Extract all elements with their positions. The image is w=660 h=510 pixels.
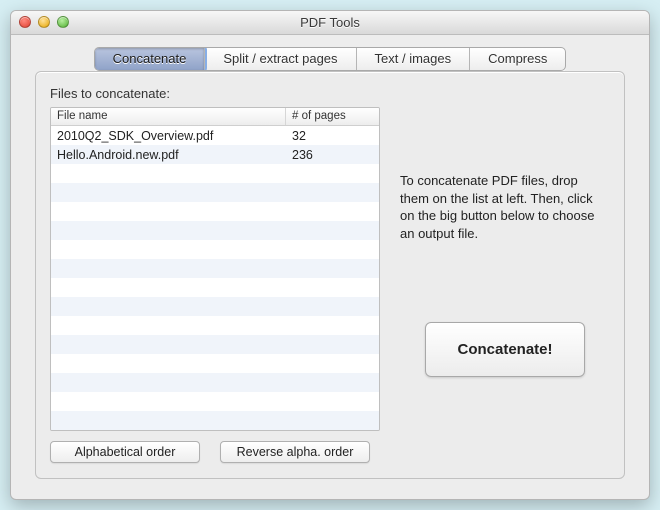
table-row[interactable]: 2010Q2_SDK_Overview.pdf32 — [51, 126, 379, 145]
table-row-empty — [51, 278, 379, 297]
table-row-empty — [51, 202, 379, 221]
tab-split-extract[interactable]: Split / extract pages — [204, 48, 355, 70]
titlebar: PDF Tools — [11, 11, 649, 35]
left-column: File name # of pages 2010Q2_SDK_Overview… — [50, 107, 380, 463]
reverse-alpha-order-button[interactable]: Reverse alpha. order — [220, 441, 370, 463]
right-column: To concatenate PDF files, drop them on t… — [400, 107, 610, 463]
zoom-icon[interactable] — [57, 16, 69, 28]
concatenate-button[interactable]: Concatenate! — [425, 322, 585, 377]
col-pages[interactable]: # of pages — [286, 108, 379, 125]
panel-inner: Files to concatenate: File name # of pag… — [50, 86, 610, 464]
window-title: PDF Tools — [11, 15, 649, 30]
tab-compress[interactable]: Compress — [469, 48, 565, 70]
app-window: PDF Tools Concatenate Split / extract pa… — [10, 10, 650, 500]
table-row[interactable]: Hello.Android.new.pdf236 — [51, 145, 379, 164]
tab-segmented-control: Concatenate Split / extract pages Text /… — [94, 47, 567, 71]
cell-pages: 32 — [286, 129, 379, 143]
close-icon[interactable] — [19, 16, 31, 28]
table-row-empty — [51, 354, 379, 373]
tab-bar: Concatenate Split / extract pages Text /… — [11, 47, 649, 71]
table-row-empty — [51, 335, 379, 354]
table-row-empty — [51, 221, 379, 240]
cell-file-name: 2010Q2_SDK_Overview.pdf — [51, 129, 286, 143]
sort-controls: Alphabetical order Reverse alpha. order — [50, 441, 380, 463]
instructions-text: To concatenate PDF files, drop them on t… — [400, 172, 610, 242]
cell-pages: 236 — [286, 148, 379, 162]
tab-concatenate[interactable]: Concatenate — [95, 48, 205, 70]
cell-file-name: Hello.Android.new.pdf — [51, 148, 286, 162]
minimize-icon[interactable] — [38, 16, 50, 28]
section-label: Files to concatenate: — [50, 86, 610, 101]
table-header: File name # of pages — [51, 108, 379, 126]
col-file-name[interactable]: File name — [51, 108, 286, 125]
table-row-empty — [51, 411, 379, 430]
table-row-empty — [51, 316, 379, 335]
alphabetical-order-button[interactable]: Alphabetical order — [50, 441, 200, 463]
tab-text-images[interactable]: Text / images — [356, 48, 470, 70]
table-row-empty — [51, 392, 379, 411]
files-table[interactable]: File name # of pages 2010Q2_SDK_Overview… — [50, 107, 380, 431]
table-row-empty — [51, 297, 379, 316]
window-controls — [19, 16, 69, 28]
table-row-empty — [51, 373, 379, 392]
table-body[interactable]: 2010Q2_SDK_Overview.pdf32Hello.Android.n… — [51, 126, 379, 430]
table-row-empty — [51, 259, 379, 278]
table-row-empty — [51, 240, 379, 259]
two-column-layout: File name # of pages 2010Q2_SDK_Overview… — [50, 107, 610, 463]
content-panel: Files to concatenate: File name # of pag… — [35, 71, 625, 479]
table-row-empty — [51, 183, 379, 202]
table-row-empty — [51, 164, 379, 183]
